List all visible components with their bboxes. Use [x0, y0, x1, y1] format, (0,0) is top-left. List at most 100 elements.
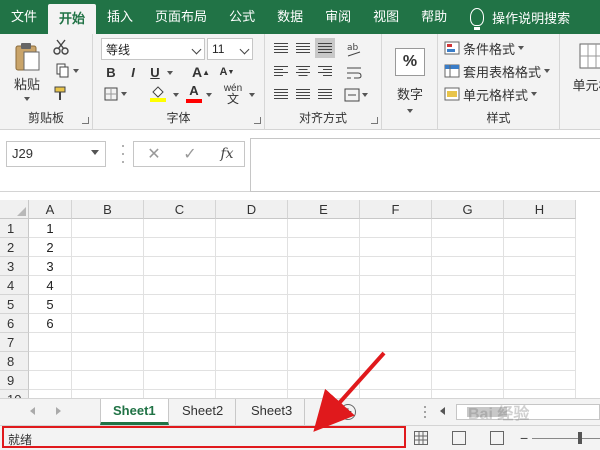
tab-splitter-icon[interactable]	[424, 405, 427, 419]
zoom-slider[interactable]	[532, 438, 600, 439]
bottom-align-button[interactable]	[315, 38, 335, 58]
tab-page-layout[interactable]: 页面布局	[144, 0, 218, 34]
column-header-a[interactable]: A	[29, 200, 72, 219]
align-right-button[interactable]	[315, 61, 335, 81]
cell-a5[interactable]: 5	[29, 295, 72, 314]
cell-c5[interactable]	[144, 295, 216, 314]
column-header-g[interactable]: G	[432, 200, 504, 219]
select-all-button[interactable]	[0, 200, 29, 219]
cell-d9[interactable]	[216, 371, 288, 390]
scrollbar-thumb[interactable]	[467, 407, 507, 417]
phonetic-button[interactable]: wén 文	[219, 82, 247, 106]
cell-e8[interactable]	[288, 352, 360, 371]
row-header-10[interactable]: 10	[0, 390, 29, 398]
sheet-tab-sheet2[interactable]: Sheet2	[170, 399, 237, 425]
cell-g10[interactable]	[432, 390, 504, 398]
cell-g4[interactable]	[432, 276, 504, 295]
underline-caret-icon[interactable]	[167, 71, 173, 75]
font-launcher-icon[interactable]	[254, 117, 261, 124]
drag-handle-icon[interactable]	[121, 142, 125, 166]
cell-e1[interactable]	[288, 219, 360, 238]
tab-data[interactable]: 数据	[266, 0, 314, 34]
cell-c1[interactable]	[144, 219, 216, 238]
grow-font-button[interactable]: A ▲	[191, 62, 211, 82]
cell-f6[interactable]	[360, 314, 432, 333]
row-header-1[interactable]: 1	[0, 219, 29, 238]
cell-h3[interactable]	[504, 257, 576, 276]
row-header-4[interactable]: 4	[0, 276, 29, 295]
underline-button[interactable]: U	[145, 62, 165, 82]
cell-a2[interactable]: 2	[29, 238, 72, 257]
cell-h4[interactable]	[504, 276, 576, 295]
cell-c8[interactable]	[144, 352, 216, 371]
cell-a4[interactable]: 4	[29, 276, 72, 295]
sheet-tab-sheet1[interactable]: Sheet1	[100, 399, 169, 425]
copy-button[interactable]	[52, 62, 82, 80]
row-header-7[interactable]: 7	[0, 333, 29, 352]
cell-b3[interactable]	[72, 257, 144, 276]
tab-help[interactable]: 帮助	[410, 0, 458, 34]
page-break-view-icon[interactable]	[490, 431, 504, 445]
align-center-button[interactable]	[293, 61, 313, 81]
paste-button[interactable]: 粘贴	[8, 40, 46, 102]
name-box-dropdown-icon[interactable]	[91, 150, 99, 155]
scroll-left-icon[interactable]	[440, 407, 445, 415]
cell-f10[interactable]	[360, 390, 432, 398]
cell-h1[interactable]	[504, 219, 576, 238]
merge-center-button[interactable]	[341, 84, 371, 106]
cell-f1[interactable]	[360, 219, 432, 238]
cell-h2[interactable]	[504, 238, 576, 257]
cell-c7[interactable]	[144, 333, 216, 352]
cell-b7[interactable]	[72, 333, 144, 352]
italic-button[interactable]: I	[123, 62, 143, 82]
borders-button[interactable]	[101, 84, 129, 104]
cells-button[interactable]: 单元格	[570, 38, 600, 98]
cell-g1[interactable]	[432, 219, 504, 238]
cell-e4[interactable]	[288, 276, 360, 295]
orientation-button[interactable]: ab	[341, 38, 367, 60]
cell-c4[interactable]	[144, 276, 216, 295]
text-direction-button[interactable]	[315, 84, 335, 104]
row-header-8[interactable]: 8	[0, 352, 29, 371]
cell-e5[interactable]	[288, 295, 360, 314]
cell-f5[interactable]	[360, 295, 432, 314]
cell-a6[interactable]: 6	[29, 314, 72, 333]
formula-input[interactable]	[250, 138, 600, 192]
font-size-select[interactable]: 11	[207, 38, 253, 60]
cell-d5[interactable]	[216, 295, 288, 314]
cell-b2[interactable]	[72, 238, 144, 257]
align-left-button[interactable]	[271, 61, 291, 81]
cell-e7[interactable]	[288, 333, 360, 352]
cell-e6[interactable]	[288, 314, 360, 333]
cell-d4[interactable]	[216, 276, 288, 295]
clipboard-launcher-icon[interactable]	[82, 117, 89, 124]
cell-d7[interactable]	[216, 333, 288, 352]
row-header-6[interactable]: 6	[0, 314, 29, 333]
cell-c6[interactable]	[144, 314, 216, 333]
sheet-tab-sheet3[interactable]: Sheet3	[239, 399, 306, 425]
cell-d3[interactable]	[216, 257, 288, 276]
tab-view[interactable]: 视图	[362, 0, 410, 34]
column-header-c[interactable]: C	[144, 200, 216, 219]
number-format-button[interactable]: % 数字	[388, 38, 432, 122]
column-header-h[interactable]: H	[504, 200, 576, 219]
cell-d8[interactable]	[216, 352, 288, 371]
cell-c3[interactable]	[144, 257, 216, 276]
cut-button[interactable]	[52, 38, 70, 56]
insert-function-icon[interactable]: fx	[213, 141, 241, 167]
cell-f8[interactable]	[360, 352, 432, 371]
cell-a7[interactable]	[29, 333, 72, 352]
cell-b10[interactable]	[72, 390, 144, 398]
cell-g5[interactable]	[432, 295, 504, 314]
cell-g2[interactable]	[432, 238, 504, 257]
prev-sheet-icon[interactable]	[30, 407, 35, 415]
cell-h5[interactable]	[504, 295, 576, 314]
cell-e9[interactable]	[288, 371, 360, 390]
tell-me-search[interactable]: 操作说明搜索	[458, 0, 570, 34]
row-header-5[interactable]: 5	[0, 295, 29, 314]
font-name-select[interactable]: 等线	[101, 38, 205, 60]
row-header-3[interactable]: 3	[0, 257, 29, 276]
shrink-font-button[interactable]: A ▼	[217, 62, 237, 82]
middle-align-button[interactable]	[293, 38, 313, 58]
tab-insert[interactable]: 插入	[96, 0, 144, 34]
